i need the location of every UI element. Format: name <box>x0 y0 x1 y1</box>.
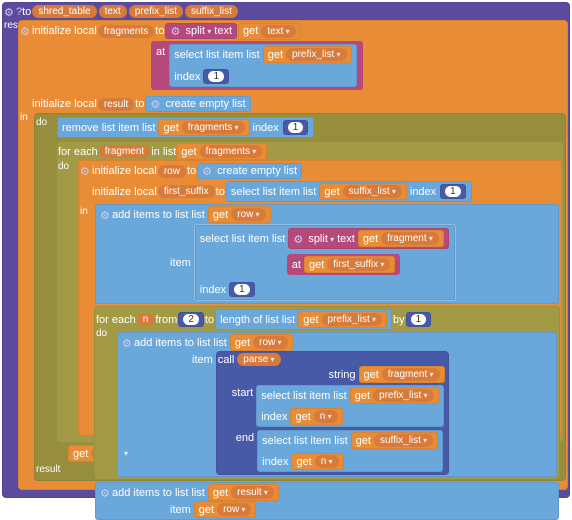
get-suffix-list-2[interactable]: get suffix_list <box>351 432 439 449</box>
var-first-suffix-field[interactable]: first_suffix <box>158 185 215 198</box>
number-block-1a[interactable]: 1 <box>203 69 229 84</box>
get-text[interactable]: get text <box>238 23 301 40</box>
var-fragments-ref[interactable]: fragments <box>182 121 245 134</box>
get-fragments-1[interactable]: get fragments <box>158 119 249 136</box>
for-each-keyword: for each <box>58 146 98 158</box>
text-keyword: text <box>214 25 232 37</box>
list-keyword: list <box>246 49 259 61</box>
procedure-def[interactable]: ? to shred_table text prefix_list suffix… <box>2 2 570 498</box>
select-list-item-suffix-1[interactable]: select list item list get suffix_list in… <box>226 181 472 202</box>
remove-list-item-block[interactable]: remove list item list get fragments inde… <box>57 117 314 138</box>
select-list-item-prefix-1[interactable]: select list item list get prefix_list in… <box>169 44 356 87</box>
index-keyword: index <box>174 71 200 83</box>
in-keyword: in <box>80 206 88 217</box>
gear-icon[interactable] <box>122 337 134 349</box>
add-items-row-splitfrag[interactable]: add items to list list get row item <box>95 204 559 304</box>
gear-icon[interactable] <box>100 487 112 499</box>
parse-proc-name[interactable]: parse <box>237 353 280 366</box>
call-parse-block[interactable]: call parse string get fragment <box>216 351 449 475</box>
split-op[interactable]: split <box>185 25 211 37</box>
get-fragment-2[interactable]: get fragment <box>359 366 445 383</box>
get-n-1[interactable]: get n <box>290 408 342 425</box>
get-suffix-list-1[interactable]: get suffix_list <box>319 183 407 200</box>
var-text-ref[interactable]: text <box>261 25 295 38</box>
number-block-1b[interactable]: 1 <box>283 120 309 135</box>
number-block-1e[interactable]: 1 <box>406 312 432 327</box>
gear-icon[interactable] <box>80 165 92 177</box>
gear-icon[interactable] <box>150 98 162 110</box>
gear-icon[interactable] <box>293 233 305 245</box>
remove-list-item-label: remove list item <box>62 122 139 134</box>
list-keyword: list <box>142 122 155 134</box>
gear-icon[interactable] <box>100 209 112 221</box>
select-list-item-prefix-n[interactable]: select list item list get prefix_list <box>256 385 443 427</box>
add-items-result-row[interactable]: add items to list list get result item g… <box>95 482 559 520</box>
gear-icon[interactable] <box>202 165 214 177</box>
get-first-suffix[interactable]: get first_suffix <box>304 256 395 273</box>
create-empty-list-result[interactable]: create empty list <box>145 96 250 112</box>
get-fragments-2[interactable]: get fragments <box>176 143 267 160</box>
do-sequence-outer[interactable]: do remove list item list get fragments i… <box>34 113 566 481</box>
get-row-3[interactable]: get row <box>194 501 257 518</box>
create-empty-list-row[interactable]: create empty list <box>197 163 302 179</box>
do-keyword: do <box>96 328 107 339</box>
select-list-item-label: select list item <box>174 49 243 61</box>
for-each-n[interactable]: for each n from 2 to length of list list… <box>94 306 560 480</box>
init-local-fragments[interactable]: initialize local fragments to split text… <box>18 20 568 490</box>
split-block[interactable]: split text <box>165 23 237 39</box>
procedure-header: ? to shred_table text prefix_list suffix… <box>4 4 568 19</box>
create-empty-list-label: create empty list <box>165 98 245 110</box>
length-of-list-prefix[interactable]: length of list list get prefix_list <box>215 309 392 330</box>
get-prefix-list-1[interactable]: get prefix_list <box>263 46 352 63</box>
get-result-1[interactable]: get result <box>208 484 279 501</box>
number-block-1c[interactable]: 1 <box>440 184 466 199</box>
to-keyword: to <box>135 98 144 110</box>
select-list-item-splitfrag[interactable]: select list item list split text get <box>194 224 456 301</box>
get-row-2[interactable]: get row <box>230 334 293 351</box>
get-row-1[interactable]: get row <box>208 206 271 223</box>
var-row-field[interactable]: row <box>158 165 186 178</box>
get-prefix-list-3[interactable]: get prefix_list <box>350 387 439 404</box>
init-local-keyword: initialize local <box>32 25 97 37</box>
param-text[interactable]: text <box>99 5 127 18</box>
gear-icon[interactable] <box>20 25 32 37</box>
number-block-2[interactable]: 2 <box>178 312 204 327</box>
in-keyword: in <box>20 112 28 123</box>
for-each-fragment[interactable]: for each fragment in list get fragments … <box>56 141 564 443</box>
var-n-field[interactable]: n <box>137 313 155 326</box>
var-prefix-list-ref[interactable]: prefix_list <box>286 48 347 61</box>
gear-icon[interactable] <box>170 25 182 37</box>
add-items-row-parse[interactable]: add items to list list get row item <box>117 332 557 477</box>
result-keyword: result <box>36 464 60 475</box>
gear-icon[interactable] <box>4 6 16 18</box>
in-list-keyword: in list <box>151 146 176 158</box>
init-local-keyword: initialize local <box>32 98 97 110</box>
split-fragment-block[interactable]: split text get fragment <box>288 228 449 249</box>
index-keyword: index <box>253 122 279 134</box>
select-list-item-suffix-n[interactable]: select list item list get suffix_list <box>257 430 443 472</box>
get-prefix-list-2[interactable]: get prefix_list <box>298 311 387 328</box>
do-keyword: do <box>58 161 69 172</box>
var-result-field[interactable]: result <box>98 98 134 111</box>
param-suffix-list[interactable]: suffix_list <box>185 5 238 18</box>
var-fragments-field[interactable]: fragments <box>98 25 154 38</box>
to-keyword: to <box>155 25 164 37</box>
number-block-1d[interactable]: 1 <box>229 282 255 297</box>
get-n-2[interactable]: get n <box>291 453 343 470</box>
split-at-slot: at select list item list get prefix_list… <box>151 41 363 90</box>
get-fragment-1[interactable]: get fragment <box>358 230 444 247</box>
to-keyword: to <box>22 6 31 18</box>
do-keyword: do <box>36 117 47 128</box>
param-prefix-list[interactable]: prefix_list <box>129 5 183 18</box>
var-fragment-field[interactable]: fragment <box>99 145 150 158</box>
init-local-row-firstsuffix[interactable]: initialize local row to create empty lis… <box>78 160 562 436</box>
procedure-name-field[interactable]: shred_table <box>32 5 96 18</box>
at-keyword: at <box>156 46 165 58</box>
